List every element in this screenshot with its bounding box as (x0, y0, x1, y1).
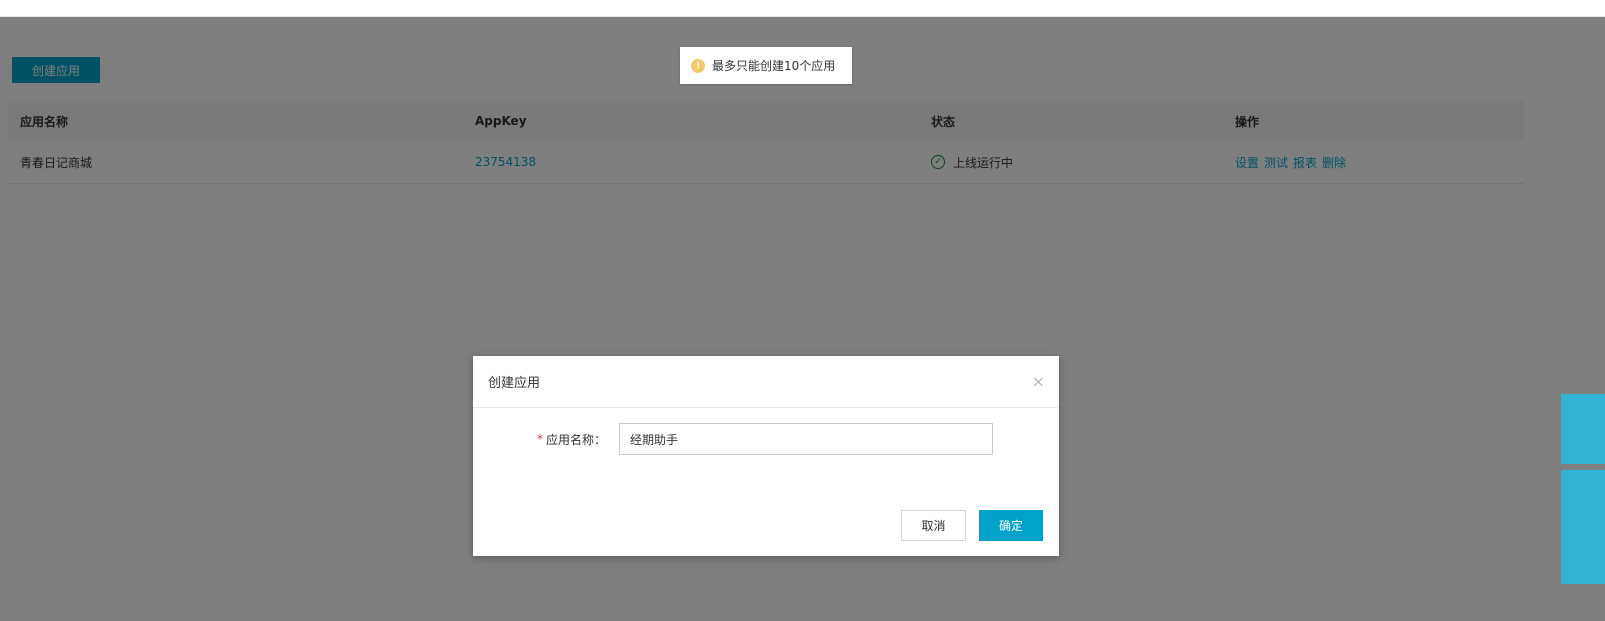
dialog-title: 创建应用 (488, 376, 541, 391)
app-name-label: * 应用名称： (537, 423, 606, 455)
top-bar (0, 0, 1605, 17)
required-mark: * (537, 432, 543, 446)
side-float-tab-1[interactable] (1561, 394, 1605, 464)
cancel-button[interactable]: 取消 (901, 510, 966, 541)
app-name-row: * 应用名称： (473, 423, 1059, 455)
warning-icon: ! (691, 58, 705, 73)
app-name-label-text: 应用名称： (546, 432, 607, 447)
app-name-input[interactable] (619, 423, 993, 455)
toast-message: 最多只能创建10个应用 (712, 59, 836, 73)
close-icon[interactable]: × (1032, 372, 1045, 391)
side-float-tab-2[interactable] (1561, 470, 1605, 584)
dialog-header: 创建应用 × (473, 356, 1059, 408)
limit-toast: ! 最多只能创建10个应用 (680, 47, 852, 84)
create-app-dialog: 创建应用 × * 应用名称： 取消 确定 (473, 356, 1059, 556)
confirm-button[interactable]: 确定 (979, 510, 1043, 541)
